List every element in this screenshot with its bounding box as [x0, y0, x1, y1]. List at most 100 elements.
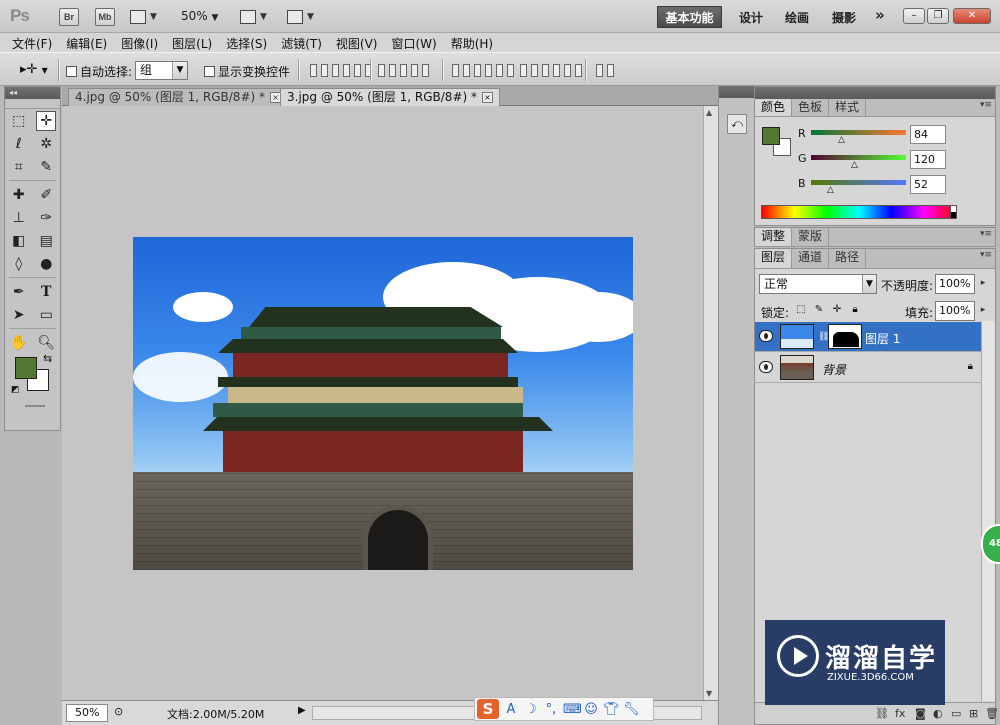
scroll-up-icon[interactable]: ▲	[706, 108, 712, 117]
crop-tool-icon[interactable]: ⌗	[9, 157, 29, 177]
new-layer-icon[interactable]: ⊞	[969, 707, 978, 720]
green-value-input[interactable]: 120	[910, 150, 946, 169]
tab-swatches[interactable]: 色板	[792, 99, 830, 116]
menu-help[interactable]: 帮助(H)	[451, 33, 501, 52]
tab-channels[interactable]: 通道	[792, 249, 830, 268]
eraser-tool-icon[interactable]: ◧	[9, 231, 29, 251]
green-track[interactable]	[811, 155, 906, 160]
swap-colors-icon[interactable]: ⇆	[43, 352, 52, 365]
lock-all-icon[interactable]: 🔒︎	[849, 304, 861, 316]
distribute-vertical-buttons[interactable]	[452, 64, 514, 78]
user-icon[interactable]: ☺	[583, 702, 599, 717]
foreground-color-swatch[interactable]	[15, 357, 37, 379]
menu-edit[interactable]: 编辑(E)	[66, 33, 115, 52]
arrange-documents-menu[interactable]: ▼	[240, 8, 267, 26]
workspace-design[interactable]: 设计	[739, 9, 763, 26]
history-brush-tool-icon[interactable]: ✑	[36, 208, 56, 228]
trash-icon[interactable]: 🗑︎	[985, 707, 999, 720]
document-image[interactable]	[133, 237, 633, 570]
foreground-color-swatch[interactable]	[762, 127, 780, 145]
keyboard-icon[interactable]: ⌨	[563, 702, 582, 717]
blue-track[interactable]	[811, 180, 906, 185]
menu-select[interactable]: 选择(S)	[226, 33, 275, 52]
punctuation-icon[interactable]: °,	[543, 702, 559, 717]
panel-menu-icon[interactable]: ▾≡	[980, 100, 992, 110]
zoom-tool-icon[interactable]: 🔍︎	[36, 333, 56, 353]
blend-mode-dropdown[interactable]: 正常 ▼	[759, 274, 877, 294]
align-buttons[interactable]	[310, 64, 372, 78]
tool-preset-picker[interactable]: ▸✛ ▼	[20, 62, 48, 77]
zoom-input[interactable]: 50%	[66, 704, 108, 722]
layer-style-icon[interactable]: fx	[895, 707, 905, 720]
red-track[interactable]	[811, 130, 906, 135]
slider-thumb-icon[interactable]: △	[851, 160, 858, 170]
hand-tool-icon[interactable]: ✋	[9, 333, 29, 353]
menu-filter[interactable]: 滤镜(T)	[281, 33, 330, 52]
tab-paths[interactable]: 路径	[829, 249, 867, 268]
view-extras-menu[interactable]: ▼	[130, 8, 157, 26]
menu-view[interactable]: 视图(V)	[336, 33, 386, 52]
close-window-button[interactable]: ✕	[953, 8, 991, 24]
auto-select-checkbox[interactable]: 自动选择:	[66, 63, 132, 80]
auto-align-layers-button[interactable]	[596, 64, 614, 78]
skin-icon[interactable]: 👕︎	[603, 702, 620, 717]
more-workspaces-button[interactable]: »	[875, 6, 885, 24]
adjustment-layer-icon[interactable]: ◐	[933, 707, 943, 720]
new-group-icon[interactable]: ▭	[951, 707, 961, 720]
chevron-right-icon[interactable]: ▸	[977, 301, 989, 321]
tab-styles[interactable]: 样式	[829, 99, 867, 116]
opacity-input[interactable]: 100%	[935, 274, 975, 294]
blue-slider[interactable]: B △ 52	[795, 175, 990, 195]
lock-position-icon[interactable]: ✛	[831, 304, 843, 316]
workspace-essentials[interactable]: 基本功能	[657, 6, 722, 28]
healing-brush-tool-icon[interactable]: ✚	[9, 185, 29, 205]
menu-file[interactable]: 文件(F)	[12, 33, 60, 52]
lasso-tool-icon[interactable]: ℓ	[9, 134, 29, 154]
marquee-tool-icon[interactable]: ⬚	[9, 111, 29, 131]
zoom-level-menu[interactable]: 50% ▼	[181, 9, 218, 23]
launch-minibridge-button[interactable]: Mb	[95, 8, 115, 26]
tab-masks[interactable]: 蒙版	[792, 228, 830, 246]
english-mode-icon[interactable]: A	[503, 702, 519, 717]
layers-scrollbar[interactable]	[981, 321, 995, 701]
layer-mask-thumbnail[interactable]	[828, 324, 862, 349]
visibility-eye-icon[interactable]	[759, 330, 773, 342]
half-width-icon[interactable]: ☽	[523, 702, 539, 717]
history-panel-icon[interactable]: ⤺	[727, 114, 747, 134]
settings-icon[interactable]: 🔧︎	[623, 702, 640, 717]
fill-input[interactable]: 100%	[935, 301, 975, 321]
shape-tool-icon[interactable]: ▭	[36, 305, 56, 325]
collapse-icon[interactable]: ◂◂	[5, 87, 60, 99]
close-icon[interactable]: ×	[482, 92, 493, 103]
visibility-eye-icon[interactable]	[759, 361, 773, 373]
show-transform-controls-checkbox[interactable]: 显示变换控件	[204, 63, 290, 80]
launch-bridge-button[interactable]: Br	[59, 8, 79, 26]
layer-row-layer-1[interactable]: ⛓ 图层 1	[755, 322, 981, 352]
tab-adjustments[interactable]: 调整	[755, 228, 793, 246]
layer-name[interactable]: 背景	[822, 361, 846, 378]
lock-pixels-icon[interactable]: ✎	[813, 304, 825, 316]
path-selection-tool-icon[interactable]: ➤	[9, 305, 29, 325]
color-spectrum-bar[interactable]	[761, 205, 957, 219]
restore-button[interactable]: ❐	[927, 8, 949, 24]
red-value-input[interactable]: 84	[910, 125, 946, 144]
eyedropper-tool-icon[interactable]: ✎	[36, 157, 56, 177]
workspace-photography[interactable]: 摄影	[832, 9, 856, 26]
tab-layers[interactable]: 图层	[755, 249, 793, 268]
slider-thumb-icon[interactable]: △	[827, 185, 834, 195]
gradient-tool-icon[interactable]: ▤	[36, 231, 56, 251]
panel-header[interactable]	[755, 87, 995, 99]
slider-thumb-icon[interactable]: △	[838, 135, 845, 145]
scroll-down-icon[interactable]: ▼	[706, 689, 712, 698]
move-tool-icon[interactable]: ✛	[36, 110, 57, 131]
panel-grip[interactable]	[5, 99, 60, 109]
status-menu-arrow-icon[interactable]: ▶	[298, 705, 306, 716]
add-mask-icon[interactable]: ◙	[915, 707, 926, 720]
menu-window[interactable]: 窗口(W)	[391, 33, 444, 52]
minimize-button[interactable]: –	[903, 8, 925, 24]
screen-mode-menu[interactable]: ▼	[287, 8, 314, 26]
panel-menu-icon[interactable]: ▾≡	[980, 229, 992, 239]
collapse-icon[interactable]	[719, 86, 754, 98]
blue-value-input[interactable]: 52	[910, 175, 946, 194]
menu-layer[interactable]: 图层(L)	[172, 33, 220, 52]
